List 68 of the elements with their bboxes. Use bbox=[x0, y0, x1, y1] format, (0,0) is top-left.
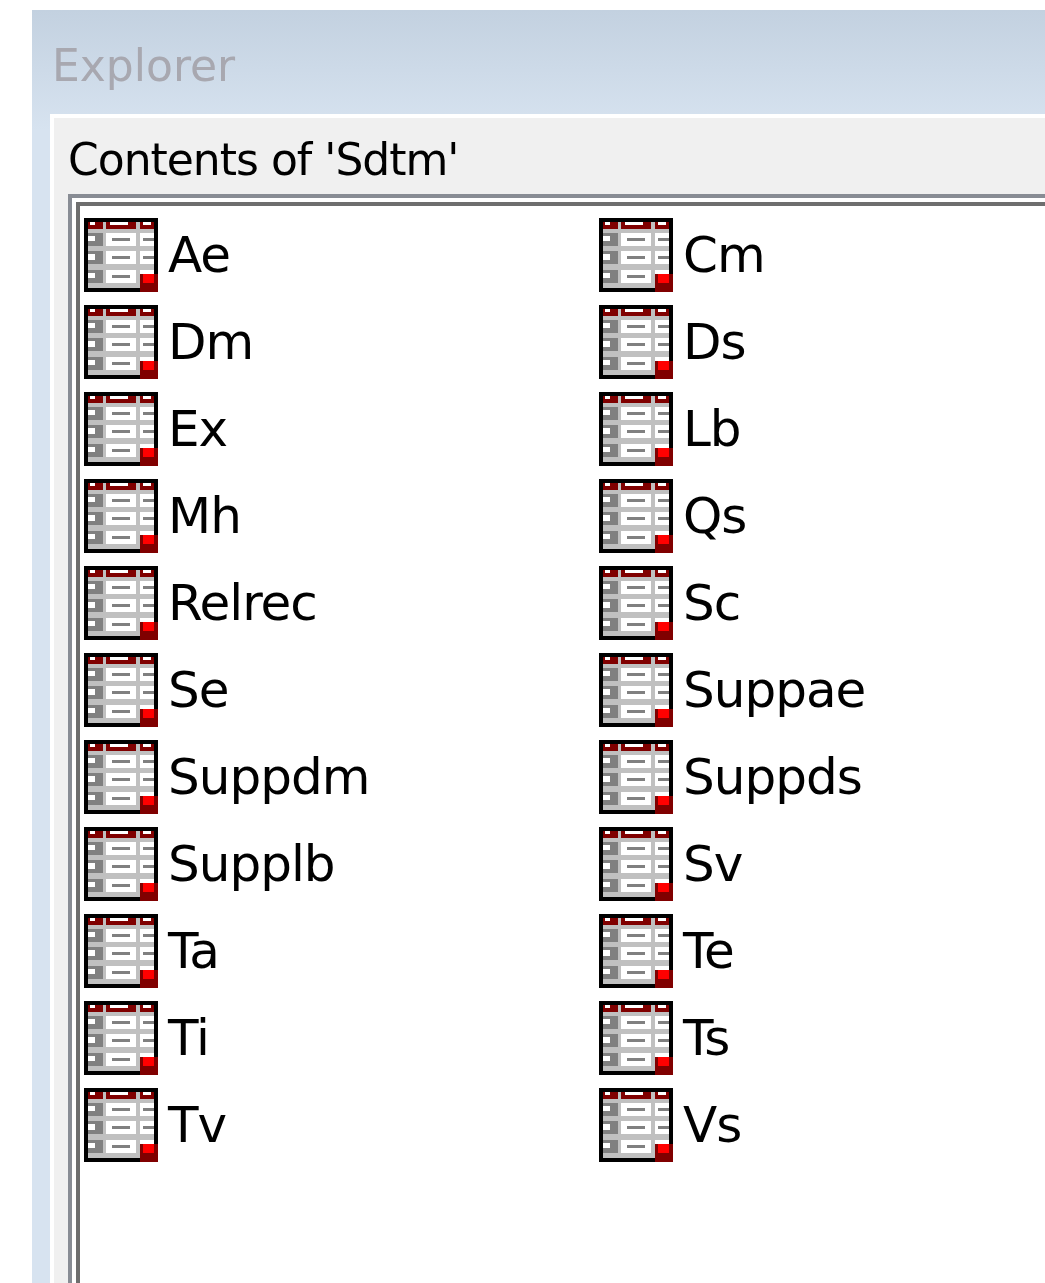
dataset-name: Cm bbox=[683, 226, 765, 284]
table-icon bbox=[599, 566, 673, 640]
table-icon bbox=[84, 1001, 158, 1075]
dataset-name: Relrec bbox=[168, 574, 317, 632]
table-icon bbox=[599, 827, 673, 901]
table-icon bbox=[84, 827, 158, 901]
dataset-item[interactable]: Mh bbox=[84, 479, 599, 553]
dataset-name: Ex bbox=[168, 400, 228, 458]
dataset-name: Ti bbox=[168, 1009, 209, 1067]
panel-title: Contents of 'Sdtm' bbox=[68, 133, 460, 187]
dataset-item[interactable]: Vs bbox=[599, 1088, 999, 1162]
dataset-item[interactable]: Relrec bbox=[84, 566, 599, 640]
dataset-name: Tv bbox=[168, 1096, 227, 1154]
dataset-name: Suppds bbox=[683, 748, 862, 806]
table-icon bbox=[599, 740, 673, 814]
dataset-item[interactable]: Supplb bbox=[84, 827, 599, 901]
table-icon bbox=[84, 914, 158, 988]
dataset-name: Suppae bbox=[683, 661, 866, 719]
table-icon bbox=[84, 740, 158, 814]
dataset-item[interactable]: Suppds bbox=[599, 740, 999, 814]
table-icon bbox=[599, 1088, 673, 1162]
table-icon bbox=[599, 305, 673, 379]
dataset-item[interactable]: Ds bbox=[599, 305, 999, 379]
dataset-item[interactable]: Ta bbox=[84, 914, 599, 988]
table-icon bbox=[599, 392, 673, 466]
window-title: Explorer bbox=[51, 44, 237, 93]
dataset-name: Te bbox=[683, 922, 734, 980]
table-icon bbox=[84, 218, 158, 292]
table-icon bbox=[84, 479, 158, 553]
table-icon bbox=[84, 1088, 158, 1162]
table-icon bbox=[599, 1001, 673, 1075]
dataset-item[interactable]: Cm bbox=[599, 218, 999, 292]
dataset-item[interactable]: Ti bbox=[84, 1001, 599, 1075]
table-icon bbox=[599, 653, 673, 727]
table-icon bbox=[599, 914, 673, 988]
table-icon bbox=[599, 218, 673, 292]
dataset-name: Qs bbox=[683, 487, 747, 545]
dataset-name: Dm bbox=[168, 313, 254, 371]
dataset-item[interactable]: Suppdm bbox=[84, 740, 599, 814]
dataset-item[interactable]: Suppae bbox=[599, 653, 999, 727]
table-icon bbox=[84, 653, 158, 727]
dataset-name: Mh bbox=[168, 487, 241, 545]
table-icon bbox=[599, 479, 673, 553]
dataset-item[interactable]: Sv bbox=[599, 827, 999, 901]
dataset-item[interactable]: Sc bbox=[599, 566, 999, 640]
dataset-name: Ts bbox=[683, 1009, 730, 1067]
dataset-item[interactable]: Qs bbox=[599, 479, 999, 553]
table-icon bbox=[84, 566, 158, 640]
dataset-item[interactable]: Lb bbox=[599, 392, 999, 466]
dataset-item[interactable]: Ex bbox=[84, 392, 599, 466]
dataset-item[interactable]: Ae bbox=[84, 218, 599, 292]
table-icon bbox=[84, 392, 158, 466]
dataset-name: Ae bbox=[168, 226, 231, 284]
dataset-item[interactable]: Dm bbox=[84, 305, 599, 379]
dataset-name: Ta bbox=[168, 922, 219, 980]
dataset-name: Se bbox=[168, 661, 229, 719]
dataset-item[interactable]: Se bbox=[84, 653, 599, 727]
dataset-name: Sc bbox=[683, 574, 741, 632]
dataset-name: Vs bbox=[683, 1096, 742, 1154]
table-icon bbox=[84, 305, 158, 379]
dataset-name: Lb bbox=[683, 400, 741, 458]
dataset-name: Sv bbox=[683, 835, 743, 893]
dataset-item[interactable]: Tv bbox=[84, 1088, 599, 1162]
dataset-name: Supplb bbox=[168, 835, 335, 893]
dataset-name: Suppdm bbox=[168, 748, 370, 806]
dataset-item[interactable]: Ts bbox=[599, 1001, 999, 1075]
dataset-item[interactable]: Te bbox=[599, 914, 999, 988]
dataset-name: Ds bbox=[683, 313, 746, 371]
